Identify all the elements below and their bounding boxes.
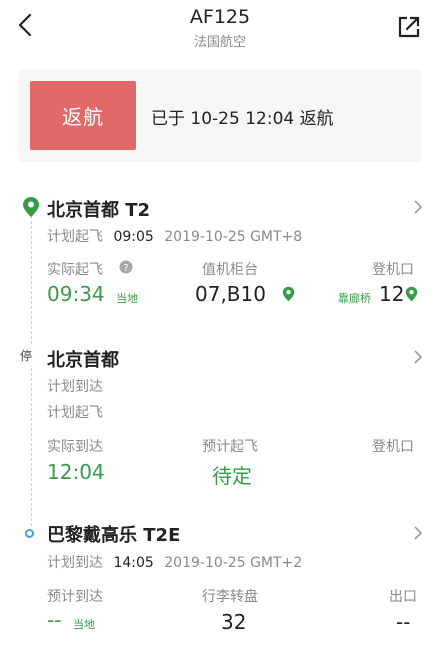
est-arrive-label: 预计到达 [47, 589, 103, 605]
local-tag: 当地 [116, 292, 138, 305]
baggage-value: 32 [221, 610, 247, 634]
baggage-label: 行李转盘 [202, 589, 258, 605]
stopover-airport[interactable]: 北京首都 [47, 346, 119, 372]
share-icon[interactable] [396, 14, 422, 40]
departure-plan-row: 计划起飞 09:05 2019-10-25 GMT+8 [47, 226, 302, 246]
svg-text:?: ? [123, 263, 128, 274]
status-badge: 返航 [30, 81, 136, 150]
chevron-right-icon[interactable] [413, 200, 423, 214]
est-depart-label: 预计起飞 [202, 439, 258, 455]
plan-time: 14:05 [113, 555, 154, 571]
arrival-dot-icon [25, 529, 34, 538]
est-arrive-time: -- [47, 608, 62, 632]
stopover-badge: 停 [20, 349, 33, 363]
counter-label: 值机柜台 [202, 262, 258, 278]
exit-label: 出口 [389, 589, 417, 605]
gate-label: 登机口 [372, 262, 414, 278]
arrival-airport[interactable]: 巴黎戴高乐 T2E [47, 521, 180, 547]
help-circle-icon[interactable]: ? [119, 260, 133, 274]
local-tag: 当地 [73, 618, 95, 631]
location-pin-icon[interactable] [405, 286, 418, 302]
plan-label: 计划起飞 [47, 229, 103, 245]
plan-date: 2019-10-25 GMT+8 [164, 229, 303, 245]
stopover-plan-depart: 计划起飞 [47, 405, 103, 421]
actual-depart-time: 09:34 [47, 282, 105, 306]
status-message: 已于 10-25 12:04 返航 [151, 109, 334, 129]
chevron-right-icon[interactable] [413, 350, 423, 364]
counter-value: 07,B10 [195, 282, 266, 306]
actual-depart-label: 实际起飞 [47, 262, 103, 278]
gate-value: 12 [379, 282, 405, 306]
exit-value: -- [396, 610, 411, 634]
actual-arrive-label: 实际到达 [47, 439, 103, 455]
plan-time: 09:05 [113, 229, 154, 245]
flight-number: AF125 [189, 6, 251, 28]
est-depart-value: 待定 [212, 464, 252, 488]
location-pin-icon[interactable] [282, 286, 295, 302]
actual-arrive-time: 12:04 [47, 460, 105, 484]
stopover-gate-label: 登机口 [372, 439, 414, 455]
plan-label: 计划到达 [47, 555, 103, 571]
stopover-plan-arrive: 计划到达 [47, 379, 103, 395]
departure-airport[interactable]: 北京首都 T2 [47, 196, 150, 222]
airline-name: 法国航空 [193, 35, 246, 50]
location-pin-icon [23, 197, 39, 217]
plan-date: 2019-10-25 GMT+2 [164, 555, 303, 571]
chevron-right-icon[interactable] [413, 526, 423, 540]
timeline-line [31, 216, 32, 344]
timeline-line [31, 368, 32, 526]
jetbridge-tag: 靠廊桥 [338, 292, 371, 305]
arrival-plan-row: 计划到达 14:05 2019-10-25 GMT+2 [47, 552, 302, 572]
